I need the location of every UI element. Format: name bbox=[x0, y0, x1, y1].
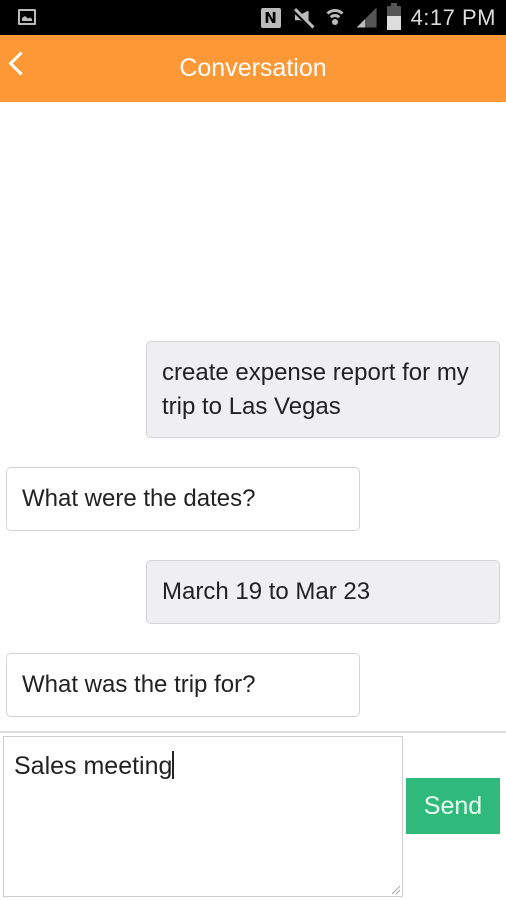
message-text: March 19 to Mar 23 bbox=[162, 578, 371, 605]
message-input[interactable]: Sales meeting bbox=[3, 736, 403, 897]
wifi-icon bbox=[322, 7, 347, 29]
resize-grip-icon[interactable] bbox=[392, 886, 400, 894]
status-time: 4:17 PM bbox=[410, 4, 496, 30]
send-button-label: Send bbox=[423, 791, 483, 820]
message-list: create expense report for my trip to Las… bbox=[0, 102, 506, 732]
composer-divider bbox=[0, 731, 506, 733]
user-message: create expense report for my trip to Las… bbox=[146, 341, 500, 438]
status-icons: 4:17 PM bbox=[260, 0, 496, 35]
bot-message: What was the trip for? bbox=[6, 653, 360, 717]
gallery-icon bbox=[18, 9, 36, 25]
status-bar: 4:17 PM bbox=[0, 0, 506, 35]
message-text: What were the dates? bbox=[22, 485, 256, 512]
message-input-value: Sales meeting bbox=[14, 752, 173, 780]
message-text: create expense report for my trip to Las… bbox=[162, 358, 469, 420]
page-title: Conversation bbox=[179, 54, 327, 82]
bot-message: What were the dates? bbox=[6, 467, 360, 531]
message-text: What was the trip for? bbox=[22, 671, 256, 698]
signal-icon bbox=[356, 7, 377, 28]
send-button[interactable]: Send bbox=[406, 778, 500, 834]
back-button[interactable] bbox=[4, 47, 32, 83]
user-message: March 19 to Mar 23 bbox=[146, 560, 500, 624]
battery-icon bbox=[386, 2, 401, 30]
mute-icon bbox=[291, 8, 313, 28]
text-caret bbox=[172, 751, 175, 779]
nfc-icon bbox=[260, 7, 281, 28]
app-bar: Conversation bbox=[0, 35, 506, 102]
